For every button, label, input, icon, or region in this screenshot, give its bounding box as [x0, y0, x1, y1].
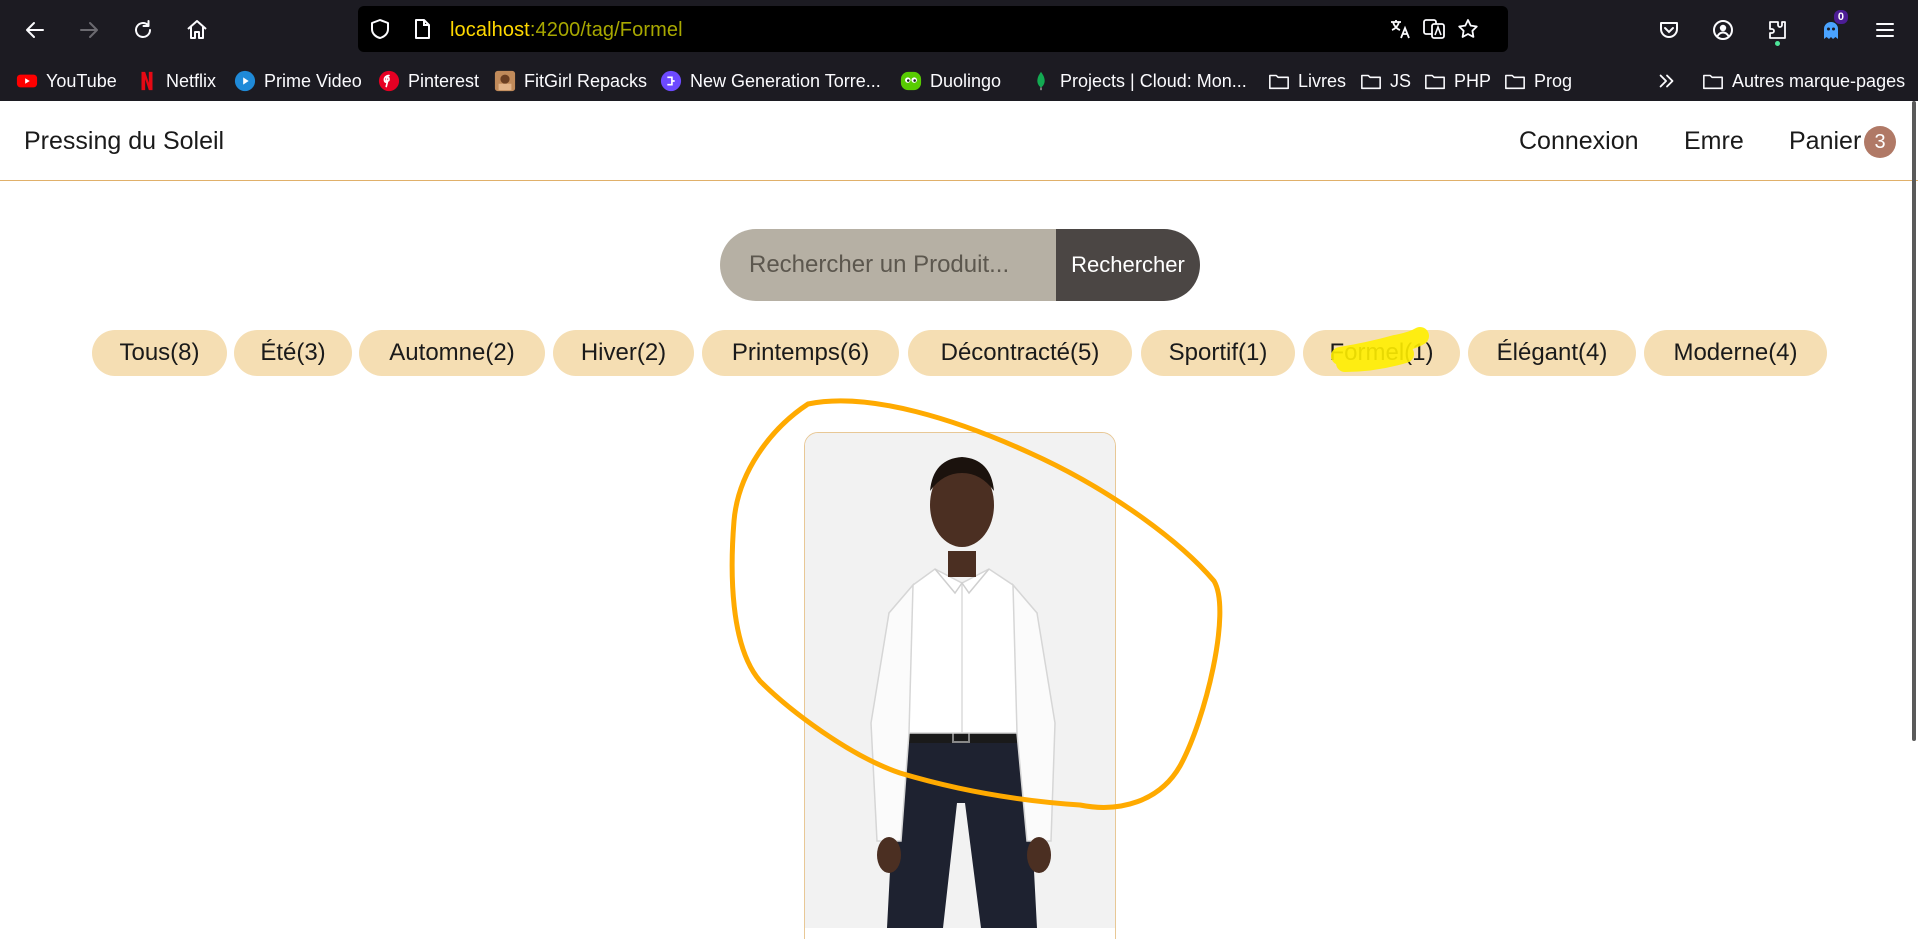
search-button[interactable]: Rechercher — [1056, 229, 1200, 301]
bookmark-folder-prog[interactable]: Prog — [1504, 68, 1572, 94]
translate-icon[interactable] — [1388, 17, 1412, 41]
netflix-icon — [136, 70, 158, 92]
bookmark-label: Prog — [1534, 70, 1573, 91]
bookmark-label: Prime Video — [264, 70, 362, 91]
other-bookmarks-folder[interactable]: Autres marque-pages — [1702, 68, 1905, 94]
torrent-icon — [660, 70, 682, 92]
bookmarks-bar: YouTube Netflix Prime Video Pinterest Fi… — [0, 60, 1918, 101]
duolingo-icon — [900, 70, 922, 92]
bookmarks-overflow-button[interactable] — [1656, 68, 1678, 94]
bookmark-label: YouTube — [46, 70, 117, 91]
extension-badge: 0 — [1833, 10, 1848, 24]
bookmark-duolingo[interactable]: Duolingo — [900, 68, 1001, 94]
folder-icon — [1702, 70, 1724, 92]
tag-elegant[interactable]: Élégant(4) — [1468, 330, 1636, 376]
cart-link[interactable]: Panier — [1789, 127, 1861, 156]
bookmark-label: FitGirl Repacks — [524, 70, 648, 91]
bookmark-youtube[interactable]: YouTube — [16, 68, 117, 94]
account-button[interactable] — [1706, 13, 1740, 47]
page-info-icon[interactable] — [410, 17, 434, 41]
tag-printemps[interactable]: Printemps(6) — [702, 330, 899, 376]
page-content: Pressing du Soleil Connexion Emre Panier… — [0, 101, 1918, 939]
bookmark-label: Livres — [1298, 70, 1347, 91]
bookmark-label: Projects | Cloud: Mon... — [1060, 70, 1247, 91]
account-icon — [1713, 20, 1733, 40]
back-arrow-icon — [26, 22, 44, 38]
bookmark-netflix[interactable]: Netflix — [136, 68, 216, 94]
folder-icon — [1424, 70, 1446, 92]
bookmark-prime-video[interactable]: Prime Video — [234, 68, 362, 94]
reload-icon — [135, 20, 151, 38]
pocket-icon — [1660, 22, 1678, 38]
puzzle-icon — [1769, 21, 1786, 39]
tag-hiver[interactable]: Hiver(2) — [553, 330, 694, 376]
product-image — [805, 433, 1115, 939]
bookmark-label: Pinterest — [408, 70, 480, 91]
tracking-shield-icon[interactable] — [368, 17, 392, 41]
bookmark-label: PHP — [1454, 70, 1492, 91]
hamburger-menu-icon — [1876, 23, 1894, 37]
home-icon — [187, 20, 207, 39]
tag-automne[interactable]: Automne(2) — [359, 330, 545, 376]
reload-button[interactable] — [126, 13, 160, 47]
forward-button[interactable] — [72, 13, 106, 47]
bookmark-pinterest[interactable]: Pinterest — [378, 68, 479, 94]
product-card[interactable] — [804, 432, 1116, 939]
tag-moderne[interactable]: Moderne(4) — [1644, 330, 1827, 376]
tag-ete[interactable]: Été(3) — [234, 330, 352, 376]
bookmark-label: Duolingo — [930, 70, 1002, 91]
tag-sportif[interactable]: Sportif(1) — [1141, 330, 1295, 376]
home-button[interactable] — [180, 13, 214, 47]
folder-icon — [1360, 70, 1382, 92]
search-form: Rechercher — [720, 229, 1200, 301]
brand-logo-link[interactable]: Pressing du Soleil — [24, 127, 224, 156]
page-translate-icon[interactable] — [1422, 17, 1446, 41]
bookmark-label: Autres marque-pages — [1732, 70, 1906, 91]
prime-video-icon — [234, 70, 256, 92]
bookmark-folder-livres[interactable]: Livres — [1268, 68, 1346, 94]
tag-tous[interactable]: Tous(8) — [92, 330, 227, 376]
mongodb-icon — [1030, 70, 1052, 92]
url-text[interactable]: localhost:4200/tag/Formel — [450, 19, 683, 42]
forward-arrow-icon — [80, 22, 98, 38]
bookmark-mongodb[interactable]: Projects | Cloud: Mon... — [1030, 68, 1247, 94]
pinterest-icon — [378, 70, 400, 92]
url-path: :4200/tag/Formel — [529, 19, 683, 41]
fitgirl-icon — [494, 70, 516, 92]
bookmark-label: Netflix — [166, 70, 217, 91]
folder-icon — [1268, 70, 1290, 92]
bookmark-star-icon[interactable] — [1456, 17, 1480, 41]
bookmark-folder-js[interactable]: JS — [1360, 68, 1411, 94]
tag-formel[interactable]: Formel(1) — [1303, 330, 1460, 376]
page-scrollbar[interactable] — [1912, 101, 1916, 741]
search-input[interactable] — [720, 229, 1060, 301]
bookmark-fitgirl[interactable]: FitGirl Repacks — [494, 68, 647, 94]
user-link[interactable]: Emre — [1684, 127, 1744, 156]
bookmark-label: JS — [1390, 70, 1412, 91]
pocket-button[interactable] — [1652, 13, 1686, 47]
back-button[interactable] — [18, 13, 52, 47]
extension-status-dot — [1775, 41, 1780, 46]
site-header: Pressing du Soleil Connexion Emre Panier… — [0, 101, 1918, 181]
folder-icon — [1504, 70, 1526, 92]
tag-decontracte[interactable]: Décontracté(5) — [908, 330, 1132, 376]
url-host: localhost — [450, 19, 530, 41]
youtube-icon — [16, 70, 38, 92]
bookmark-folder-php[interactable]: PHP — [1424, 68, 1491, 94]
extension-ghost-button[interactable]: 0 — [1814, 10, 1848, 47]
chevron-double-right-icon — [1656, 70, 1678, 92]
tag-filter-bar: Tous(8) Été(3) Automne(2) Hiver(2) Print… — [0, 330, 1918, 376]
login-link[interactable]: Connexion — [1519, 127, 1639, 156]
bookmark-label: New Generation Torre... — [690, 70, 881, 91]
browser-toolbar: localhost:4200/tag/Formel 0 — [0, 0, 1918, 60]
address-bar[interactable]: localhost:4200/tag/Formel — [358, 6, 1508, 52]
bookmark-torrent[interactable]: New Generation Torre... — [660, 68, 881, 94]
cart-count-badge[interactable]: 3 — [1864, 126, 1896, 158]
extensions-button[interactable] — [1760, 13, 1794, 47]
menu-button[interactable] — [1868, 13, 1902, 47]
